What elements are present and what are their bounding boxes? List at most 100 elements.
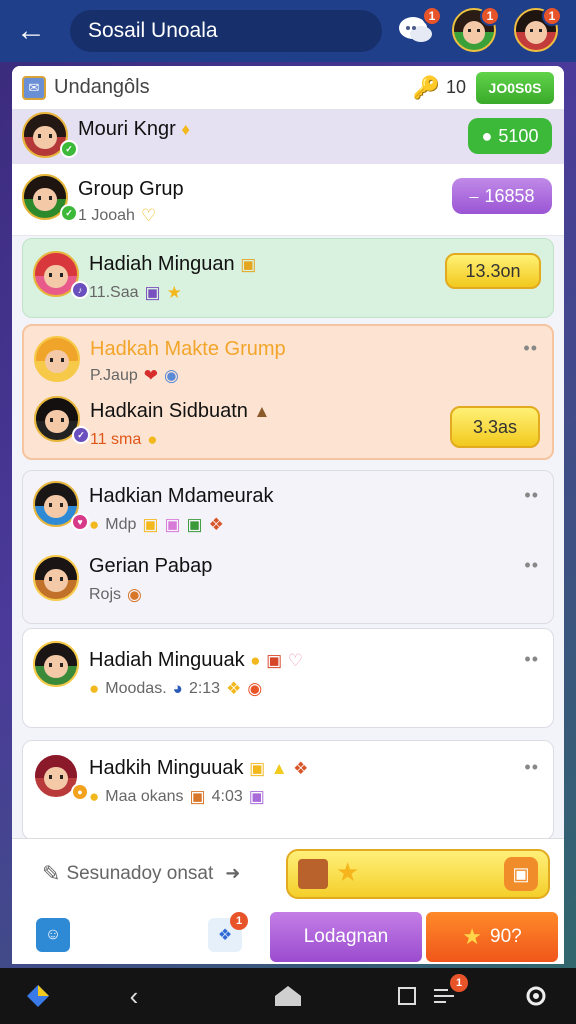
gift-icon: ▣ [164,515,181,534]
food-icon: ▲ [253,402,271,421]
list-item[interactable]: ✓ Group Grup 1 Jooah ♡ ⎯ 16858 [12,164,564,236]
coin-icon: ● [89,787,100,806]
more-options-icon[interactable]: •• [524,555,539,576]
reward-pill[interactable]: ● 5100 [468,118,552,154]
settings-nav-icon[interactable] [524,982,548,1010]
list-item[interactable]: Hadiah Minguuak ● ▣ ♡ •• ● Moodas. ◕ 2:1… [22,628,554,728]
launcher-icon[interactable] [24,982,52,1010]
heart-icon: ♡ [140,206,157,225]
present-icon: ▣ [144,283,161,302]
contact-name[interactable]: Hadkian Mdameurak [89,485,274,508]
gift-box-icon: ▣ [240,255,257,274]
online-status-icon: ✓ [60,140,78,158]
profile-avatar-2[interactable]: 1 [514,6,562,52]
contact-name: Hadkain Sidbuatn [90,400,248,422]
cookie-icon: ❖ [226,679,242,698]
contact-name[interactable]: Gerian Pabap [89,555,212,578]
action-bar: ☺ ❖ 1 Lodagnan ★ 90? [12,908,564,964]
contact-name: Hadiah Minguan [89,253,235,275]
contact-name: Hadkih Minguuak [89,757,244,779]
money-icon: ▣ [186,515,203,534]
invite-card-icon: ✉ [22,75,46,100]
avatar [33,641,79,687]
recents-nav-icon[interactable] [396,982,418,1010]
avatar [33,555,79,601]
more-options-icon[interactable]: •• [524,757,539,778]
notification-badge: 1 [230,912,248,930]
home-nav-icon[interactable] [272,982,304,1010]
key-icon: 🔑 [412,74,440,100]
purple-action-button[interactable]: Lodagnan [270,912,422,962]
orange-action-button[interactable]: ★ 90? [426,912,558,962]
pot-icon: ◉ [127,585,142,604]
star-icon: ★ [462,924,483,949]
contact-name: Hadiah Minguuak [89,649,245,671]
list-item[interactable]: ♪ Hadiah Minguan ▣ 11.Saa ▣ ★ 13.3on [22,238,554,318]
gift-open-button[interactable]: ▣ [504,857,538,891]
puzzle-icon[interactable]: ❖ 1 [208,912,248,952]
gold-icon: ▣ [142,515,159,534]
honey-icon: ● [147,430,158,449]
avatar [34,336,80,382]
contact-subtitle: 11.Saa [89,284,139,301]
contact-name: Group Grup [78,178,184,200]
orange-action-label: 90? [490,926,522,947]
back-nav-icon[interactable]: ‹ [122,981,146,1011]
bow-icon: ❖ [293,759,309,778]
reward-pill[interactable]: ⎯ 16858 [452,178,552,214]
car-icon: ▣ [189,787,206,806]
send-arrow-icon[interactable]: ➜ [225,863,240,884]
star-icon: ★ [336,857,360,887]
contact-subtitle: Mdp [105,516,137,533]
box-icon: ▣ [248,787,265,806]
back-arrow-icon[interactable]: ← [4,4,58,58]
status-icon: ♪ [71,281,89,299]
notifications-nav-icon[interactable]: 1 [430,974,468,1010]
ghost-icon: ◉ [164,366,179,385]
contact-subtitle: 11 sma [90,431,142,448]
top-bar: ← Sosail Unoala 1 1 1 [0,0,576,62]
heart-icon: ❤ [143,366,158,385]
list-item[interactable]: ✓ Mouri Kngr ♦ ● 5100 [12,110,564,164]
reward-pill[interactable]: 13.3on [445,253,541,289]
notification-badge: 1 [480,6,500,26]
more-options-icon[interactable]: •• [523,338,538,359]
bell-icon: ▣ [249,759,266,778]
heart-icon: ♡ [287,651,303,670]
message-input[interactable]: Sesunadoy onsat [66,863,213,885]
chat-icon: ● [481,125,493,146]
chest-icon: ▣ [266,651,283,670]
ball-icon: ◉ [247,679,263,698]
gift-bar[interactable]: ★ ▣ [286,849,550,899]
invitation-panel: ✉ Undangôls 🔑 10 JO0S0S ✓ Mouri Kngr ♦ ●… [12,66,564,962]
star-icon: ★ [166,283,182,302]
timestamp: 2:13 [188,680,221,697]
group-subtitle: P.Jaup [90,367,138,384]
more-options-icon[interactable]: •• [524,649,539,670]
timestamp: 4:03 [211,788,243,805]
list-item[interactable]: ● Hadkih Minguuak ▣ ▲ ❖ •• ● Maa okans ▣… [22,740,554,840]
system-nav-bar: ‹ 1 [0,968,576,1024]
notification-badge: 1 [422,6,442,26]
panel-header: ✉ Undangôls 🔑 10 JO0S0S [12,66,564,110]
coin-icon: ● [89,679,100,698]
chat-bubbles-icon[interactable]: 1 [394,6,442,52]
notification-badge: 1 [450,974,468,992]
group-card: Hadkah Makte Grump •• P.Jaup ❤ ◉ ✓ Hadka… [22,324,554,460]
crown-icon: ♦ [181,120,191,139]
group-name[interactable]: Hadkah Makte Grump [90,338,286,361]
panel-title: Undangôls [54,76,150,98]
reward-pill[interactable]: 3.3as [450,406,540,448]
contact-subtitle: Maa okans [105,788,184,805]
emoji-sticker-button[interactable]: ☺ [36,918,70,952]
group-card: ♥ Hadkian Mdameurak •• ● Mdp ▣ ▣ ▣ ❖ Ger… [22,470,554,624]
contact-subtitle: Rojs [89,586,122,603]
more-options-icon[interactable]: •• [524,485,539,506]
gift-tag-icon: ⎯ [469,185,479,206]
profile-avatar-1[interactable]: 1 [452,6,500,52]
pencil-icon: ✎ [42,860,61,886]
header-action-button[interactable]: JO0S0S [476,71,554,104]
chat-title: Sosail Unoala [88,19,218,42]
composer-bar: ✎ Sesunadoy onsat ➜ ★ ▣ [12,838,564,908]
chat-title-pill[interactable]: Sosail Unoala [70,10,382,52]
